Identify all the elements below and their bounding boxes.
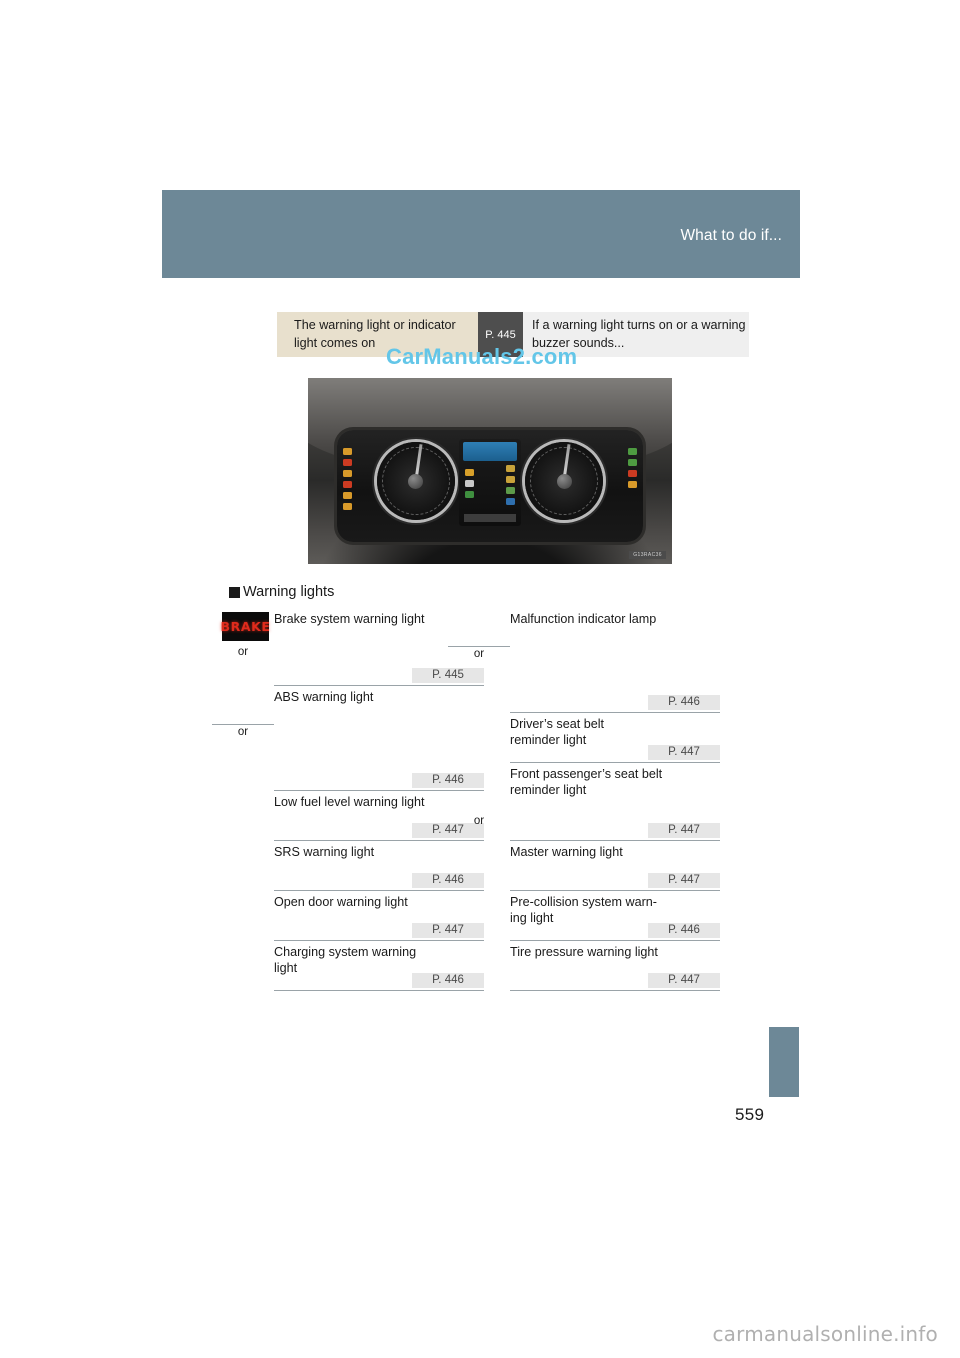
warning-light-row: Master warning light P. 447	[510, 841, 720, 891]
abs-warning-icon	[222, 690, 270, 720]
warning-light-label: ABS warning light	[274, 690, 374, 704]
warning-light-row: or ABS warning light P. 446	[212, 686, 484, 791]
warning-telltale-green	[464, 490, 474, 498]
brake-text-icon: BRAKE	[220, 612, 270, 642]
warning-light-row: Pre-collision system warn- ing light P. 4…	[510, 891, 720, 941]
warning-light-row: or Front passenger’s seat belt reminder l…	[474, 763, 720, 841]
warning-light-row: SRS warning light P. 446	[274, 841, 484, 891]
tachometer-gauge	[376, 442, 455, 521]
master-warning-icon	[458, 845, 506, 875]
telltale-right-3	[627, 469, 637, 477]
warning-light-row: or Malfunction indicator lamp P. 446	[448, 608, 720, 713]
charging-system-icon	[222, 945, 270, 975]
instrument-cluster-photo: G13RAC36	[308, 378, 672, 564]
lcd-screen	[462, 441, 518, 461]
pre-collision-icon	[458, 895, 506, 925]
flow-target-box: If a warning light turns on or a warning…	[523, 312, 749, 357]
multi-information-display	[458, 439, 521, 527]
telltale-left-1	[343, 447, 353, 455]
telltale-right-2	[627, 458, 637, 466]
telltale-right-4	[627, 480, 637, 488]
page-reference-chip[interactable]: P. 447	[648, 744, 720, 760]
flow-target-line1: If a warning light turns on or a warning	[532, 318, 746, 332]
page-reference-chip[interactable]: P. 445	[412, 667, 484, 683]
warning-light-row: Open door warning light P. 447	[274, 891, 484, 941]
or-separator-label: or	[448, 646, 510, 660]
center-telltale-column-right	[505, 465, 515, 509]
telltale-amber-2	[505, 465, 515, 473]
warning-telltale-gray	[464, 479, 474, 487]
tire-pressure-icon	[458, 945, 506, 975]
flow-target-line2: buzzer sounds...	[532, 335, 625, 350]
warning-light-label: SRS warning light	[274, 845, 375, 859]
srs-airbag-icon	[222, 845, 270, 875]
watermark-carmanualsonline: carmanualsonline.info	[712, 1322, 938, 1346]
warning-light-row: Tire pressure warning light P. 447	[510, 941, 720, 991]
section-heading-label: Warning lights	[243, 584, 335, 600]
center-telltale-column-left	[464, 468, 474, 502]
or-separator-label: or	[237, 646, 249, 658]
warning-light-label: Brake system warning light	[274, 612, 425, 626]
page-reference-chip[interactable]: P. 446	[648, 922, 720, 938]
cluster-bezel	[337, 430, 643, 542]
page-header-banner: What to do if...	[162, 190, 800, 278]
warning-light-label: Driver’s seat belt reminder light	[510, 717, 605, 747]
telltale-left-2	[343, 458, 353, 466]
warning-light-label: Tire pressure warning light	[510, 945, 658, 959]
square-bullet-icon	[229, 586, 240, 598]
page-reference-chip[interactable]: P. 447	[648, 972, 720, 988]
brake-icon-text: BRAKE	[220, 612, 270, 641]
page-number: 559	[735, 1105, 765, 1124]
page-reference-chip[interactable]: P. 446	[648, 694, 720, 710]
page-reference-chip[interactable]: P. 447	[648, 822, 720, 838]
page-side-tab	[769, 1027, 799, 1097]
warning-light-label: Master warning light	[510, 845, 623, 859]
flow-left-spacer	[229, 312, 277, 357]
warning-lights-left-column: BRAKE or Brake system warning light P. 445 o…	[212, 608, 484, 991]
or-separator-label: or	[473, 815, 485, 827]
odometer-strip	[463, 513, 517, 522]
warning-light-label: Pre-collision system warn- ing light	[510, 895, 657, 925]
telltale-right-1	[627, 447, 637, 455]
page-title: What to do if...	[680, 227, 782, 244]
warning-lights-right-column: or Malfunction indicator lamp P. 446 Driver…	[448, 608, 720, 991]
telltale-blue	[505, 498, 515, 506]
telltale-left-4	[343, 480, 353, 488]
warning-light-row: Driver’s seat belt reminder light P. 447	[510, 713, 720, 763]
speedometer-gauge	[525, 442, 604, 521]
driver-seatbelt-icon	[458, 717, 506, 747]
page-reference-chip[interactable]: P. 447	[648, 872, 720, 888]
passenger-seatbelt-icon	[458, 767, 506, 797]
warning-telltale-amber	[464, 468, 474, 476]
telltale-amber-3	[505, 476, 515, 484]
warning-light-label: Charging system warning light	[274, 945, 417, 975]
right-telltale-column	[627, 447, 637, 492]
or-separator-label: or	[212, 724, 274, 738]
telltale-left-6	[343, 502, 353, 510]
telltale-left-3	[343, 469, 353, 477]
warning-light-label: Malfunction indicator lamp	[510, 612, 657, 626]
telltale-green-2	[505, 487, 515, 495]
flow-diagram: The warning light or indicator light com…	[229, 312, 749, 357]
left-telltale-column	[343, 447, 353, 514]
telltale-left-5	[343, 491, 353, 499]
section-heading-warning-lights: Warning lights	[229, 584, 334, 600]
malfunction-indicator-icon	[458, 612, 506, 642]
warning-light-label: Open door warning light	[274, 895, 408, 909]
flow-page-reference-chip[interactable]: P. 445	[478, 312, 523, 357]
speedometer-hub	[556, 473, 572, 489]
warning-light-row: Charging system warning light P. 446	[274, 941, 484, 991]
photo-reference-tag: G13RAC36	[629, 551, 666, 559]
warning-light-label: Front passenger’s seat belt reminder lig…	[510, 767, 663, 797]
open-door-icon	[222, 895, 270, 925]
low-fuel-icon	[222, 795, 270, 825]
warning-light-label: Low fuel level warning light	[274, 795, 425, 809]
